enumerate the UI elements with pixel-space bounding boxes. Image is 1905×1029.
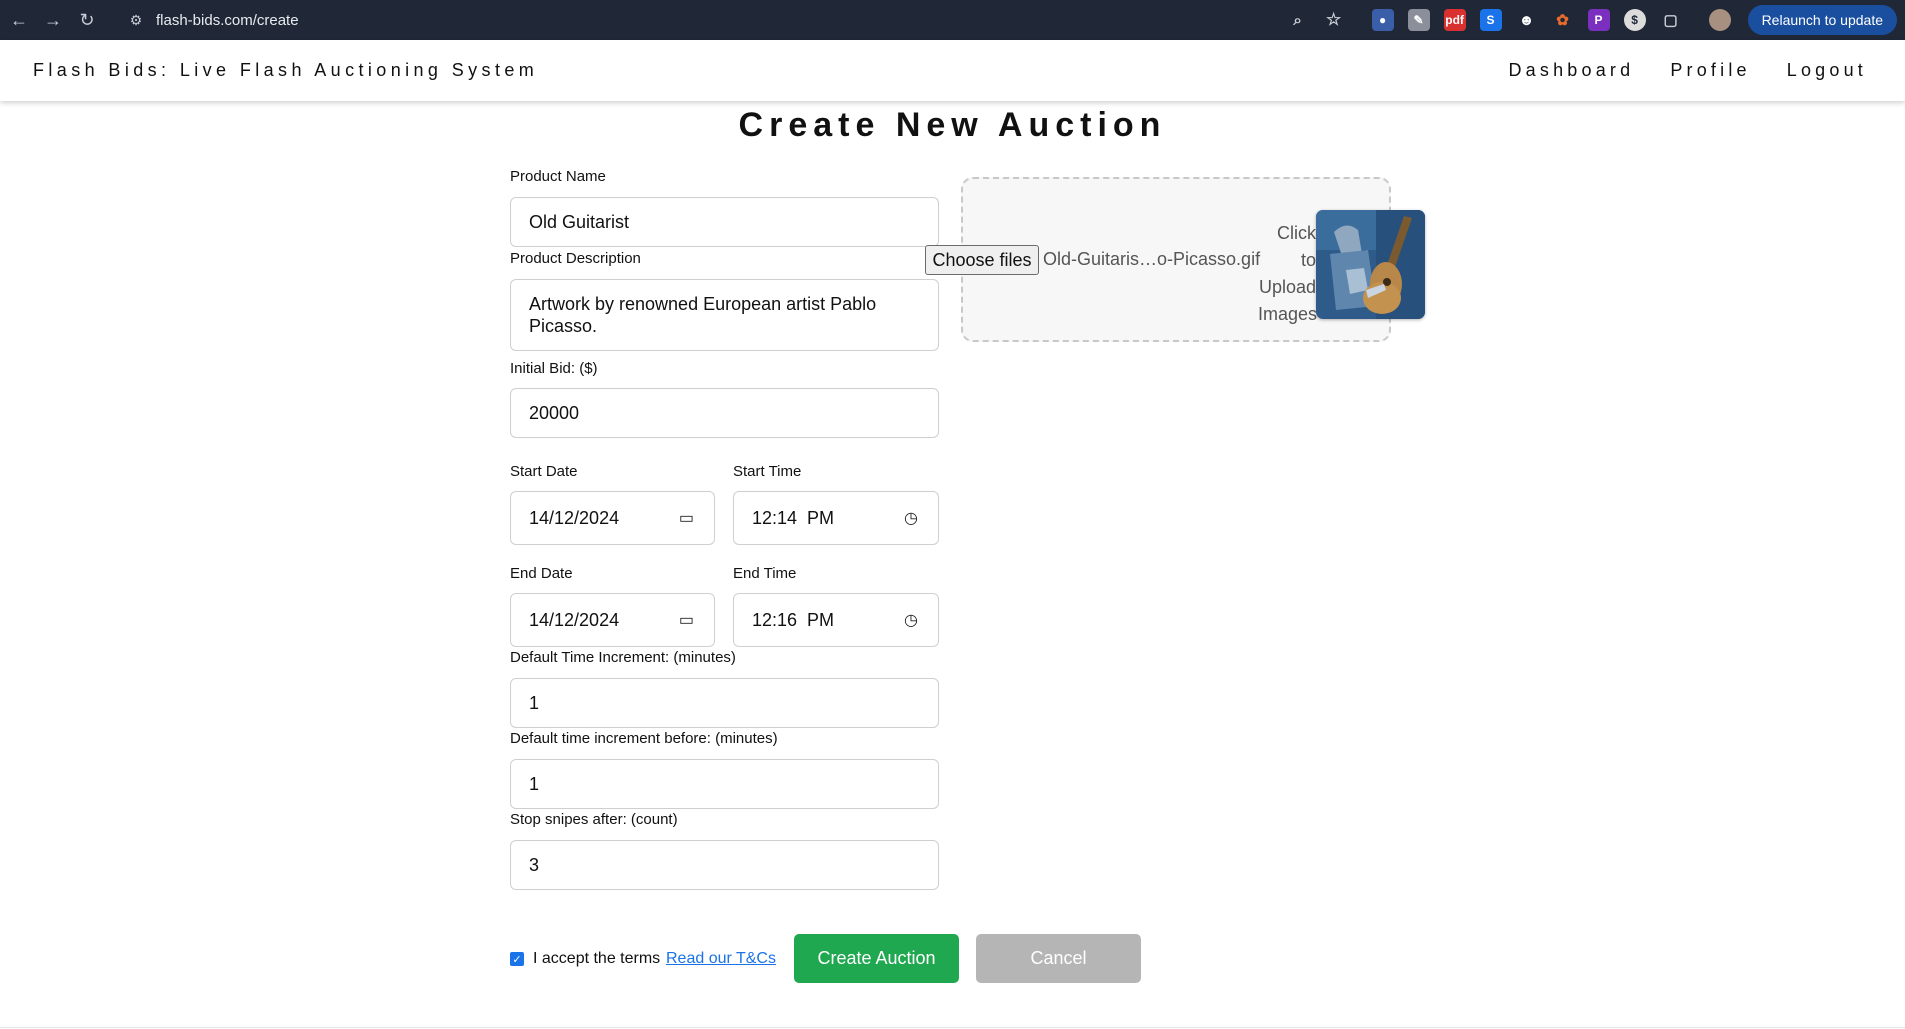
- start-date-input[interactable]: 14/12/2024 ▭: [510, 491, 715, 545]
- start-date-value: 14/12/2024: [529, 507, 620, 528]
- end-time-value: 12:16 PM: [752, 609, 835, 630]
- product-name-value: Old Guitarist: [529, 211, 630, 232]
- address-bar[interactable]: ⚙ flash-bids.com/create: [118, 4, 1418, 36]
- increment-before-value: 1: [529, 773, 540, 794]
- product-description-textarea[interactable]: Artwork by renowned European artist Pabl…: [510, 279, 939, 351]
- forward-icon[interactable]: →: [36, 3, 70, 37]
- upload-hint: Click to Upload Images: [1258, 223, 1318, 324]
- extension-icon[interactable]: S: [1479, 9, 1502, 31]
- end-date-input[interactable]: 14/12/2024 ▭: [510, 593, 715, 647]
- stop-snipes-input[interactable]: 3: [510, 840, 939, 890]
- product-name-label: Product Name: [510, 168, 606, 185]
- clock-icon[interactable]: ◷: [904, 610, 918, 630]
- avatar[interactable]: [1708, 9, 1731, 31]
- calendar-icon[interactable]: ▭: [679, 610, 694, 630]
- uploaded-image-thumbnail: [1316, 210, 1425, 319]
- start-time-value: 12:14 PM: [752, 507, 835, 528]
- page-title: Create New Auction: [738, 106, 1167, 144]
- end-time-input[interactable]: 12:16 PM ◷: [733, 593, 939, 647]
- extension-icon[interactable]: ●: [1371, 9, 1394, 31]
- nav-profile[interactable]: Profile: [1670, 60, 1750, 81]
- extension-icon[interactable]: pdf: [1443, 9, 1466, 31]
- stop-snipes-label: Stop snipes after: (count): [510, 811, 678, 828]
- page-footer-divider: [0, 1027, 1905, 1028]
- main-nav: Dashboard Profile Logout: [1508, 60, 1867, 81]
- nav-logout[interactable]: Logout: [1787, 60, 1867, 81]
- time-increment-label: Default Time Increment: (minutes): [510, 649, 736, 666]
- choose-files-button[interactable]: Choose files: [925, 245, 1039, 275]
- relaunch-button[interactable]: Relaunch to update: [1747, 5, 1897, 35]
- product-description-value: Artwork by renowned European artist Pabl…: [529, 294, 877, 336]
- selected-file-name: Old-Guitaris…o-Picasso.gif: [1043, 249, 1261, 269]
- increment-before-label: Default time increment before: (minutes): [510, 730, 778, 747]
- site-info-icon[interactable]: ⚙: [126, 10, 146, 30]
- start-date-label: Start Date: [510, 463, 578, 480]
- end-date-label: End Date: [510, 565, 573, 582]
- app-header: Flash Bids: Live Flash Auctioning System…: [0, 40, 1905, 101]
- product-name-input[interactable]: Old Guitarist: [510, 197, 939, 247]
- start-time-input[interactable]: 12:14 PM ◷: [733, 491, 939, 545]
- create-auction-button[interactable]: Create Auction: [794, 934, 959, 983]
- initial-bid-input[interactable]: 20000: [510, 388, 939, 438]
- extension-icon[interactable]: ☻: [1516, 9, 1538, 31]
- end-date-value: 14/12/2024: [529, 609, 620, 630]
- zoom-icon[interactable]: ⌕: [1287, 9, 1309, 31]
- back-icon[interactable]: ←: [2, 3, 36, 37]
- end-time-label: End Time: [733, 565, 797, 582]
- stop-snipes-value: 3: [529, 854, 540, 875]
- terms-label: I accept the terms: [533, 950, 661, 967]
- terms-link[interactable]: Read our T&Cs: [666, 950, 776, 968]
- extension-icon[interactable]: ✎: [1407, 9, 1430, 31]
- cancel-button[interactable]: Cancel: [976, 934, 1141, 983]
- extension-icon[interactable]: $: [1623, 9, 1646, 31]
- time-increment-value: 1: [529, 692, 540, 713]
- initial-bid-value: 20000: [529, 402, 580, 423]
- brand-title: Flash Bids: Live Flash Auctioning System: [33, 60, 539, 80]
- old-guitarist-painting: [1316, 210, 1425, 319]
- terms-checkbox[interactable]: ✓: [510, 952, 524, 966]
- clock-icon[interactable]: ◷: [904, 508, 918, 528]
- calendar-icon[interactable]: ▭: [679, 508, 694, 528]
- url-text: flash-bids.com/create: [156, 11, 299, 29]
- time-increment-input[interactable]: 1: [510, 678, 939, 728]
- browser-toolbar: ← → ↻ ⚙ flash-bids.com/create ⌕ ☆ ● ✎ pd…: [0, 0, 1905, 40]
- bookmark-star-icon[interactable]: ☆: [1323, 9, 1345, 31]
- initial-bid-label: Initial Bid: ($): [510, 360, 598, 377]
- product-description-label: Product Description: [510, 250, 641, 267]
- reload-icon[interactable]: ↻: [70, 3, 104, 37]
- toolbar-right: ⌕ ☆ ● ✎ pdf S ☻ ✿ P $ ▢ Relaunch to upda…: [1280, 0, 1905, 40]
- nav-dashboard[interactable]: Dashboard: [1508, 60, 1634, 81]
- increment-before-input[interactable]: 1: [510, 759, 939, 809]
- puzzle-icon[interactable]: ▢: [1660, 9, 1682, 31]
- start-time-label: Start Time: [733, 463, 802, 480]
- extension-icon[interactable]: ✿: [1552, 9, 1574, 31]
- extension-icon[interactable]: P: [1587, 9, 1610, 31]
